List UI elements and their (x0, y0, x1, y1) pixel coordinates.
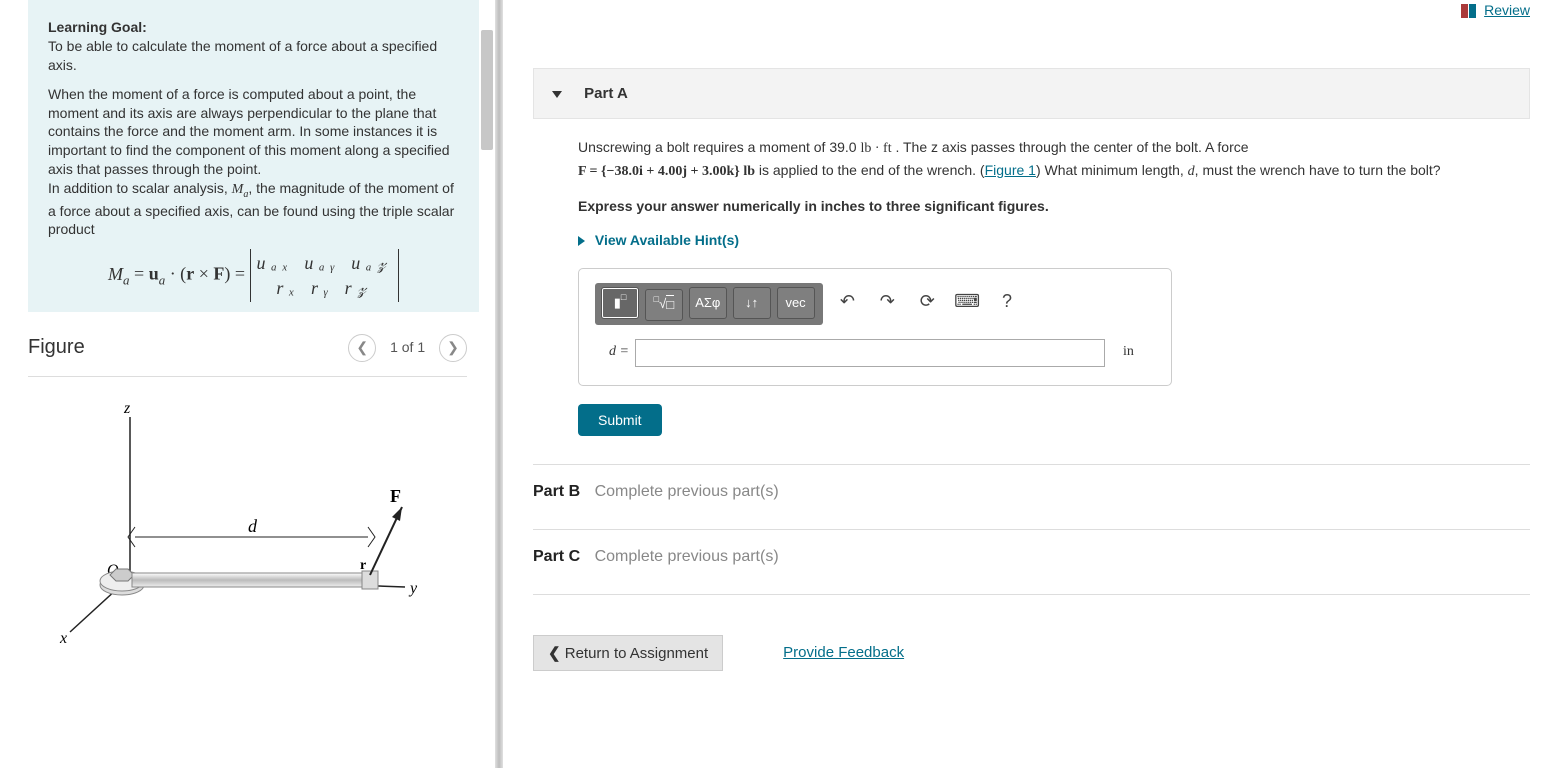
scrollbar-thumb[interactable] (481, 30, 493, 150)
theory-para-1: When the moment of a force is computed a… (48, 85, 459, 179)
answer-unit: in (1123, 342, 1134, 362)
axis-x-label: x (59, 630, 67, 647)
review-link[interactable]: Review (1484, 2, 1530, 18)
view-hints-link[interactable]: View Available Hint(s) (578, 230, 1512, 250)
answer-lhs: d = (595, 342, 635, 362)
question-text: Unscrewing a bolt requires a moment of 3… (578, 137, 1512, 182)
figure-diagram: z x y O d F r (50, 397, 455, 650)
learning-goal-box: Learning Goal: To be able to calculate t… (28, 0, 479, 312)
pane-divider[interactable] (495, 0, 503, 768)
chevron-right-icon (578, 236, 585, 246)
part-c-row: Part C Complete previous part(s) (533, 530, 1530, 566)
moment-formula: Ma = ua · (r × F) = uₐₓ uₐᵧ uₐ𝓏 rₓ rᵧ r𝓏 (48, 239, 459, 302)
figure-heading: Figure (28, 336, 85, 359)
right-panel: Review Part A Unscrewing a bolt requires… (503, 0, 1555, 768)
reset-button[interactable]: ⟳ (912, 286, 942, 316)
figure-link[interactable]: Figure 1 (985, 162, 1036, 178)
root-button[interactable]: □√□ (645, 289, 683, 321)
left-panel: Learning Goal: To be able to calculate t… (0, 0, 495, 768)
theory-para-2: In addition to scalar analysis, Ma, the … (48, 179, 459, 239)
force-F-label: F (390, 486, 401, 506)
vec-button[interactable]: vec (777, 287, 815, 319)
figure-prev-button[interactable]: ❮ (348, 334, 376, 362)
return-button[interactable]: ❮ Return to Assignment (533, 635, 723, 671)
vector-r-label: r (360, 558, 366, 573)
answer-box: ▮□ □√□ ΑΣφ ↓↑ vec ↶ ↷ ⟳ ⌨ ? d = in (578, 268, 1172, 385)
updown-button[interactable]: ↓↑ (733, 287, 771, 319)
equation-toolbar: ▮□ □√□ ΑΣφ ↓↑ vec (595, 283, 823, 324)
undo-button[interactable]: ↶ (832, 286, 862, 316)
chevron-down-icon (552, 91, 562, 98)
axis-y-label: y (408, 580, 418, 597)
learning-goal-text: To be able to calculate the moment of a … (48, 37, 459, 75)
redo-button[interactable]: ↷ (872, 286, 902, 316)
keyboard-button[interactable]: ⌨ (952, 286, 982, 316)
answer-input[interactable] (635, 339, 1105, 367)
submit-button[interactable]: Submit (578, 404, 662, 436)
review-icon (1469, 4, 1476, 18)
dim-d-label: d (248, 516, 258, 536)
provide-feedback-link[interactable]: Provide Feedback (783, 644, 904, 661)
help-button[interactable]: ? (992, 286, 1022, 316)
axis-z-label: z (123, 400, 131, 417)
review-icon (1461, 4, 1468, 18)
part-a-header[interactable]: Part A (533, 68, 1530, 119)
greek-button[interactable]: ΑΣφ (689, 287, 727, 319)
figure-next-button[interactable]: ❯ (439, 334, 467, 362)
learning-goal-heading: Learning Goal: (48, 19, 147, 35)
figure-pager: 1 of 1 (390, 339, 425, 355)
answer-instruction: Express your answer numerically in inche… (578, 196, 1512, 216)
templates-button[interactable]: ▮□ (601, 287, 639, 319)
part-b-row: Part B Complete previous part(s) (533, 465, 1530, 501)
